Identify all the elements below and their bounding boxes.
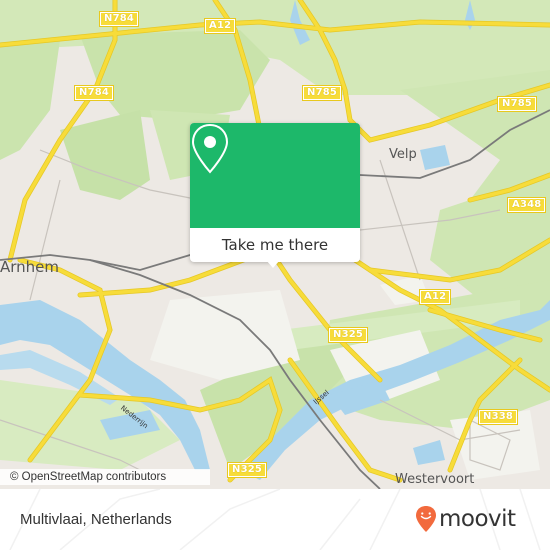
popup-header (190, 123, 360, 228)
map-canvas[interactable]: N784 A12 N784 N785 N785 A348 A12 N325 N3… (0, 0, 550, 489)
road-label: N325 (327, 327, 369, 343)
road-label: N325 (226, 462, 268, 478)
place-label: Velp (389, 147, 417, 162)
place-label: Arnhem (0, 258, 60, 276)
road-label: N784 (73, 85, 115, 101)
road-label: N785 (301, 85, 343, 101)
moovit-wordmark: moovit (439, 506, 516, 532)
moovit-smile-pin-icon (416, 506, 436, 532)
road-label: N784 (98, 11, 140, 27)
take-me-there-button[interactable]: Take me there (190, 228, 360, 262)
location-popup: Take me there (190, 123, 360, 268)
place-label: Westervoort (395, 472, 475, 487)
location-title: Multivlaai, Netherlands (20, 511, 172, 528)
road-label: N785 (496, 96, 538, 112)
road-label: A12 (203, 18, 237, 34)
road-label: A12 (418, 289, 452, 305)
map-pin-icon (191, 123, 229, 174)
road-label: A348 (506, 197, 547, 213)
map-attribution[interactable]: © OpenStreetMap contributors (0, 469, 210, 485)
moovit-logo[interactable]: moovit (415, 505, 516, 533)
popup-pointer (266, 260, 280, 268)
road-label: N338 (477, 409, 519, 425)
footer-bar: Multivlaai, Netherlands moovit (0, 489, 550, 550)
